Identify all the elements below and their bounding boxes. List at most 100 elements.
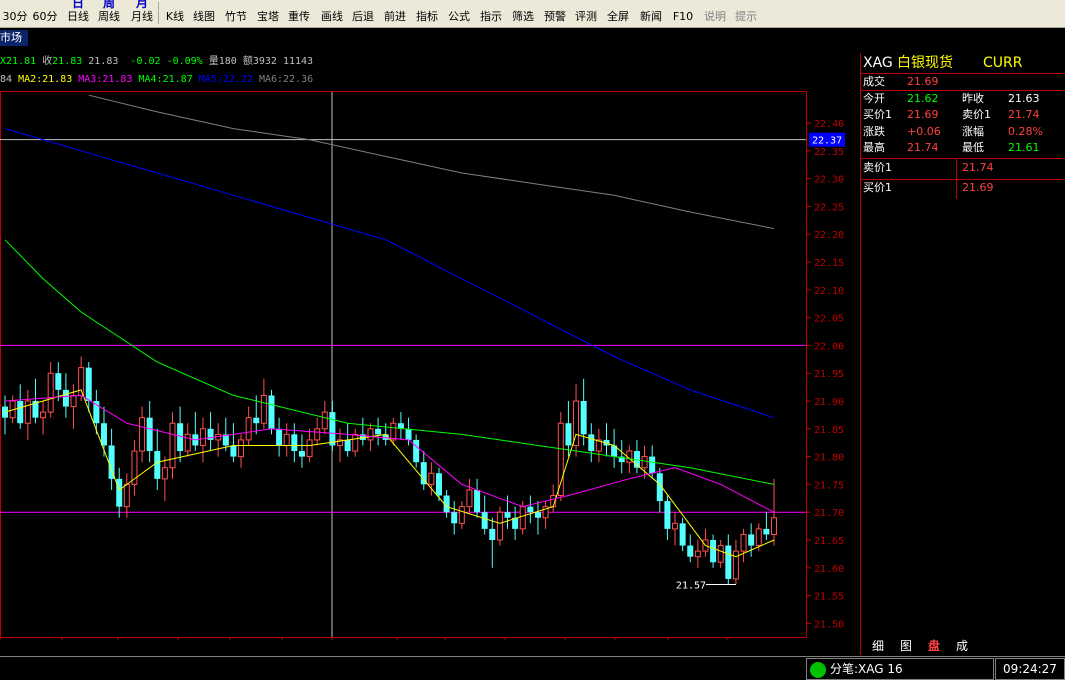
panel-row: 买价1 21.69 卖价1 21.74 — [861, 107, 1065, 123]
toolbar-label: 画线 — [321, 10, 343, 23]
y-tick-label: 21.75 — [814, 480, 844, 491]
candle-body — [283, 433, 290, 446]
candle-body — [268, 395, 275, 429]
candle-body — [123, 483, 130, 508]
panel-value: 0.28% — [1008, 124, 1043, 138]
toolbar-button-1[interactable]: 60分 — [30, 0, 60, 26]
toolbar-button-10[interactable]: 画线 — [317, 0, 347, 26]
toolbar-separator — [158, 2, 159, 24]
panel-row: 最高 21.74 最低 21.61 — [861, 140, 1065, 156]
toolbar-label: K线 — [165, 10, 185, 23]
toolbar-button-12[interactable]: 前进 — [380, 0, 410, 26]
candle-body — [763, 528, 770, 535]
info-line1-segment: 3932 — [252, 56, 277, 67]
info-line1-segment: 额 — [236, 56, 253, 67]
candle-body — [420, 462, 427, 485]
toolbar-label: 公式 — [448, 10, 470, 23]
toolbar-button-14[interactable]: 公式 — [444, 0, 474, 26]
toolbar-button-4[interactable]: 月月线 — [127, 0, 157, 26]
y-tick-label: 21.50 — [814, 619, 844, 630]
y-tick-label: 22.35 — [814, 147, 844, 158]
panel-value: 21.69 — [907, 108, 939, 121]
y-tick-label: 22.00 — [814, 341, 844, 352]
order-value: 21.74 — [962, 161, 994, 174]
toolbar-button-11[interactable]: 后退 — [348, 0, 378, 26]
panel-column-divider — [956, 159, 957, 199]
candle-body — [649, 456, 656, 474]
fenbi-box[interactable]: 分笔:XAG 16 — [806, 658, 994, 680]
y-tick-label: 21.80 — [814, 453, 844, 464]
candle-body — [321, 411, 328, 430]
toolbar-button-0[interactable]: 30分 — [0, 0, 30, 26]
toolbar-label: 竹节 — [225, 10, 247, 23]
toolbar-button-3[interactable]: 周周线 — [94, 0, 124, 26]
panel-value: +0.06 — [907, 124, 941, 138]
panel-value: 21.74 — [907, 141, 939, 154]
toolbar-button-2[interactable]: 日日线 — [63, 0, 93, 26]
toolbar-button-17[interactable]: 预警 — [540, 0, 570, 26]
candle-body — [154, 451, 161, 479]
y-tick-label: 22.20 — [814, 230, 844, 241]
toolbar-button-8[interactable]: 宝塔 — [253, 0, 283, 26]
toolbar-button-9[interactable]: 重传 — [284, 0, 314, 26]
toolbar-button-23[interactable]: 提示 — [731, 0, 761, 26]
candle-body — [55, 373, 62, 390]
toolbar-icon — [540, 0, 570, 9]
toolbar-button-21[interactable]: F10 — [668, 0, 698, 26]
toolbar-icon — [348, 0, 378, 9]
candle-body — [717, 545, 724, 563]
info-line1-segment: 11143 — [276, 56, 314, 67]
toolbar-icon — [412, 0, 442, 9]
toolbar-label: 60分 — [32, 10, 58, 23]
candle-body — [375, 428, 382, 435]
panel-value: 21.69 — [907, 75, 939, 88]
candle-body — [451, 512, 458, 524]
toolbar-label: 周线 — [98, 10, 120, 23]
toolbar-button-19[interactable]: 全屏 — [603, 0, 633, 26]
y-tick-label: 21.70 — [814, 508, 844, 519]
toolbar-button-13[interactable]: 指标 — [412, 0, 442, 26]
toolbar-button-7[interactable]: 竹节 — [221, 0, 251, 26]
panel-tab-1[interactable]: 图 — [900, 638, 912, 654]
ma-line-ma6 — [88, 94, 775, 230]
candle-body — [2, 406, 8, 418]
toolbar-icon — [221, 0, 251, 9]
toolbar-icon — [571, 0, 601, 9]
toolbar-icon — [444, 0, 474, 9]
candle-body — [534, 512, 541, 518]
candle-body — [253, 417, 260, 424]
toolbar-icon — [30, 0, 60, 9]
panel-tab-2[interactable]: 盘 — [928, 638, 940, 654]
candle-body — [519, 506, 526, 530]
toolbar-button-18[interactable]: 评测 — [571, 0, 601, 26]
toolbar-button-20[interactable]: 新闻 — [636, 0, 666, 26]
toolbar-label: 提示 — [735, 10, 757, 23]
toolbar-button-22[interactable]: 说明 — [700, 0, 730, 26]
toolbar-label: 宝塔 — [257, 10, 279, 23]
candle-body — [740, 533, 747, 552]
candle-body — [710, 540, 717, 563]
panel-tab-3[interactable]: 成 — [956, 638, 968, 654]
toolbar-button-16[interactable]: 筛选 — [508, 0, 538, 26]
toolbar-button-5[interactable]: K线 — [160, 0, 190, 26]
order-book-row: 买价1 21.69 — [861, 180, 1065, 196]
market-tab[interactable]: 市场 — [0, 30, 28, 46]
info-line2-segment: MA4:21.87 — [138, 74, 199, 85]
candle-body — [474, 489, 481, 513]
toolbar-icon: 月 — [135, 0, 148, 9]
panel-tab-0[interactable]: 细 — [872, 638, 884, 654]
candle-body — [565, 423, 572, 446]
toolbar-icon — [603, 0, 633, 9]
toolbar-icon — [668, 0, 698, 9]
candle-body — [352, 433, 359, 452]
candle-body — [428, 472, 435, 485]
toolbar-icon — [700, 0, 730, 9]
toolbar-button-15[interactable]: 指示 — [476, 0, 506, 26]
toolbar-button-6[interactable]: 线图 — [189, 0, 219, 26]
info-line1-segment: 21.83 — [82, 56, 119, 67]
candle-body — [496, 511, 503, 541]
panel-key: 买价1 — [863, 108, 892, 121]
quote-info-line: X21.81 收21.83 21.83 -0.02 -0.09% 量180 额3… — [0, 52, 313, 67]
info-line1-segment: -0.02 — [118, 56, 161, 67]
candlestick-chart[interactable]: 22.40 22.35 22.30 22.25 22.20 22.15 22.10 22.05… — [0, 90, 860, 640]
